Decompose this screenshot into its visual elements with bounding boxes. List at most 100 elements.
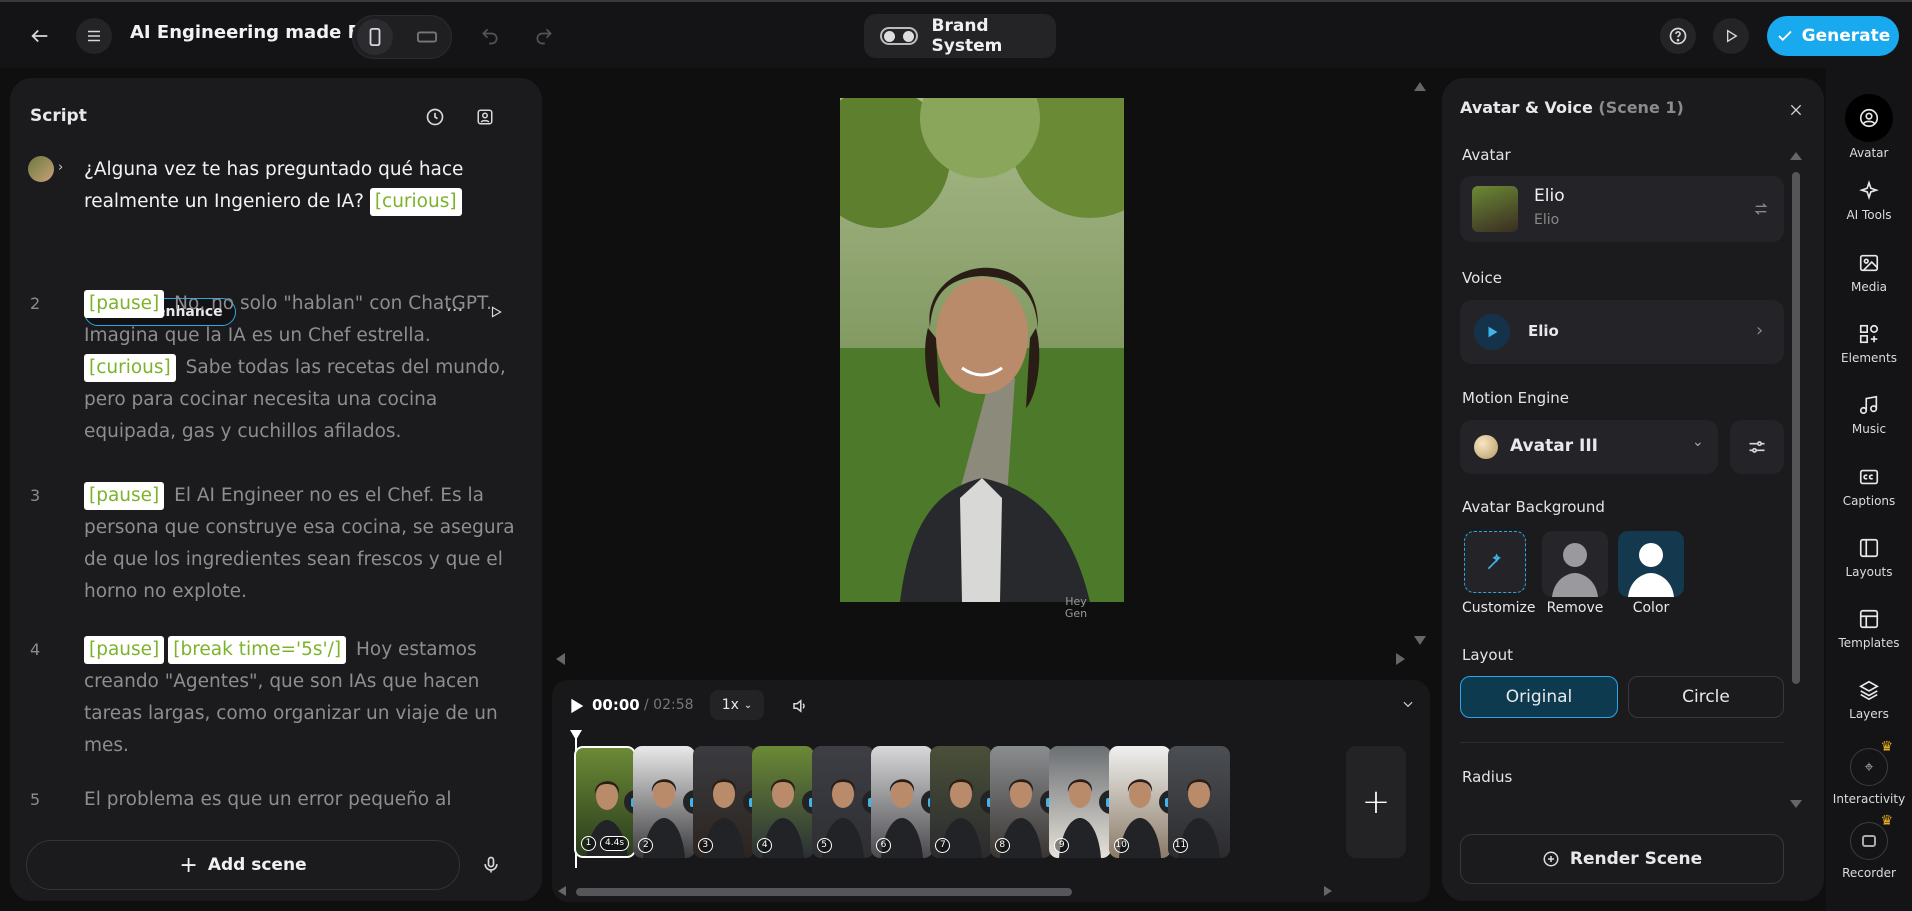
panel-scroll-down-icon[interactable]: [1790, 800, 1802, 808]
plus-icon: +: [179, 852, 198, 878]
render-icon: [1543, 851, 1559, 867]
image-icon: [1859, 254, 1879, 272]
play-preview-icon[interactable]: [1713, 18, 1749, 54]
interactivity-icon: ⌖ ♛: [1850, 739, 1893, 786]
portrait-icon[interactable]: [357, 19, 393, 55]
scene-number: 5: [30, 790, 41, 809]
avatar-preview-image[interactable]: [840, 98, 1124, 602]
panel-scrollbar[interactable]: [1792, 172, 1800, 684]
rail-ai-tools[interactable]: AI Tools: [1826, 180, 1912, 222]
back-arrow-icon[interactable]: [24, 20, 56, 52]
pause-tag[interactable]: [pause]: [84, 482, 165, 510]
avatar-background-label: Avatar Background: [1462, 498, 1605, 516]
voice-play-icon[interactable]: [1474, 314, 1510, 350]
rail-label: Interactivity: [1832, 792, 1906, 806]
recorder-icon: ♛: [1850, 813, 1893, 860]
voice-label: Voice: [1462, 269, 1502, 287]
rail-avatar[interactable]: Avatar: [1826, 94, 1912, 160]
brand-system-label: Brand System: [931, 16, 1003, 56]
panel-scroll-up-icon[interactable]: [1790, 152, 1802, 160]
timeline-scrollbar[interactable]: [576, 888, 1072, 896]
close-icon[interactable]: [1784, 98, 1808, 122]
break-tag[interactable]: [break time='5s'/]: [168, 636, 347, 664]
bg-color-label: Color: [1632, 600, 1670, 616]
rail-layers[interactable]: Layers: [1826, 679, 1912, 721]
scene-thumbnail-number: 10: [1113, 838, 1129, 853]
render-scene-label: Render Scene: [1569, 849, 1703, 869]
timeline-scroll-right-icon[interactable]: [1324, 886, 1332, 896]
rail-media[interactable]: Media: [1826, 252, 1912, 294]
emotion-tag[interactable]: [curious]: [369, 188, 462, 216]
collapse-timeline-icon[interactable]: [1398, 694, 1418, 714]
voice-select-card[interactable]: Elio ›: [1460, 300, 1784, 364]
emotion-tag[interactable]: [curious]: [84, 354, 176, 382]
layout-label: Layout: [1462, 646, 1513, 664]
scene-thumbnail[interactable]: 11: [1168, 746, 1230, 858]
redo-icon[interactable]: [530, 22, 558, 50]
menu-icon[interactable]: [76, 18, 112, 54]
preview-scroll-right-icon[interactable]: [1396, 653, 1405, 665]
rail-templates[interactable]: Templates: [1826, 608, 1912, 650]
motion-engine-select[interactable]: Avatar III ⌄: [1460, 420, 1718, 474]
divider: [1460, 742, 1784, 743]
rail-captions[interactable]: Captions: [1826, 466, 1912, 508]
preview-scroll-up-icon[interactable]: [1414, 82, 1426, 91]
rail-music[interactable]: Music: [1826, 394, 1912, 436]
generate-button[interactable]: Generate: [1767, 16, 1899, 56]
rail-layouts[interactable]: Layouts: [1826, 537, 1912, 579]
layout-original-button[interactable]: Original: [1460, 676, 1618, 718]
scene-thumbnail-number: 5: [816, 838, 832, 853]
timeline: 00:00 / 02:58 1x ⌄ 1 4.4s 2 3 4 5 6 7 8 9 10 11 +: [552, 680, 1430, 902]
chevron-right-icon[interactable]: ›: [58, 160, 63, 175]
scene-text[interactable]: ¿Alguna vez te has preguntado qué hace r…: [84, 154, 524, 218]
landscape-icon[interactable]: [409, 19, 445, 55]
script-panel: Script › ¿Alguna vez te has preguntado q…: [10, 78, 542, 901]
rail-interactivity[interactable]: ⌖ ♛ Interactivity: [1826, 739, 1912, 806]
avatar-script-icon[interactable]: [472, 104, 498, 130]
bg-remove-option[interactable]: [1542, 531, 1608, 597]
scene-avatar[interactable]: [28, 156, 54, 182]
captions-icon: [1859, 469, 1879, 485]
swap-icon[interactable]: [1750, 198, 1772, 220]
add-scene-timeline-button[interactable]: +: [1346, 746, 1406, 858]
render-scene-button[interactable]: Render Scene: [1460, 834, 1784, 884]
rail-recorder[interactable]: ♛ Recorder: [1826, 813, 1912, 880]
rail-label: Avatar: [1849, 146, 1889, 160]
motion-settings-button[interactable]: [1730, 420, 1784, 474]
add-scene-button[interactable]: + Add scene: [26, 840, 460, 890]
history-icon[interactable]: [422, 104, 448, 130]
scene-text[interactable]: [pause] El AI Engineer no es el Chef. Es…: [84, 480, 524, 608]
microphone-icon[interactable]: [476, 850, 506, 880]
rail-label: AI Tools: [1846, 208, 1892, 222]
motion-engine-label: Motion Engine: [1462, 389, 1570, 407]
music-note-icon: [1859, 395, 1878, 415]
scene-thumbnail-number: 8: [994, 838, 1010, 853]
rail-elements[interactable]: Elements: [1826, 323, 1912, 365]
timeline-scroll-left-icon[interactable]: [558, 886, 566, 896]
scene-text[interactable]: El problema es que un error pequeño al: [84, 784, 524, 816]
top-bar: AI Engineering made Easy Brand System Ge…: [0, 0, 1912, 68]
layout-circle-button[interactable]: Circle: [1628, 676, 1784, 718]
panel-title: Avatar & Voice (Scene 1): [1460, 98, 1684, 117]
bg-remove-label: Remove: [1546, 600, 1604, 616]
bg-color-option[interactable]: [1618, 531, 1684, 597]
scene-text[interactable]: [pause] [break time='5s'/] Hoy estamos cr…: [84, 634, 524, 762]
bg-customize-option[interactable]: [1464, 531, 1526, 593]
person-silhouette-icon: [1628, 543, 1674, 597]
undo-icon[interactable]: [476, 22, 504, 50]
pause-tag[interactable]: [pause]: [84, 636, 165, 664]
avatar-select-card[interactable]: Elio Elio: [1460, 176, 1784, 242]
preview-scroll-left-icon[interactable]: [556, 653, 565, 665]
scene-duration-badge: 4.4s: [600, 836, 630, 851]
magic-wand-icon: [1483, 550, 1507, 574]
rail-label: Music: [1851, 422, 1887, 436]
toggle-icon[interactable]: [880, 27, 918, 45]
help-icon[interactable]: [1660, 18, 1696, 54]
rail-label: Layers: [1849, 707, 1889, 721]
brand-system-toggle[interactable]: Brand System: [864, 14, 1056, 58]
pause-tag[interactable]: [pause]: [84, 290, 165, 318]
avatar-label: Avatar: [1462, 146, 1511, 164]
script-scene-5[interactable]: 5 El problema es que un error pequeño al: [10, 784, 542, 820]
scene-text[interactable]: [pause] No, no solo "hablan" con ChatGPT…: [84, 288, 524, 448]
preview-scroll-down-icon[interactable]: [1414, 636, 1426, 645]
